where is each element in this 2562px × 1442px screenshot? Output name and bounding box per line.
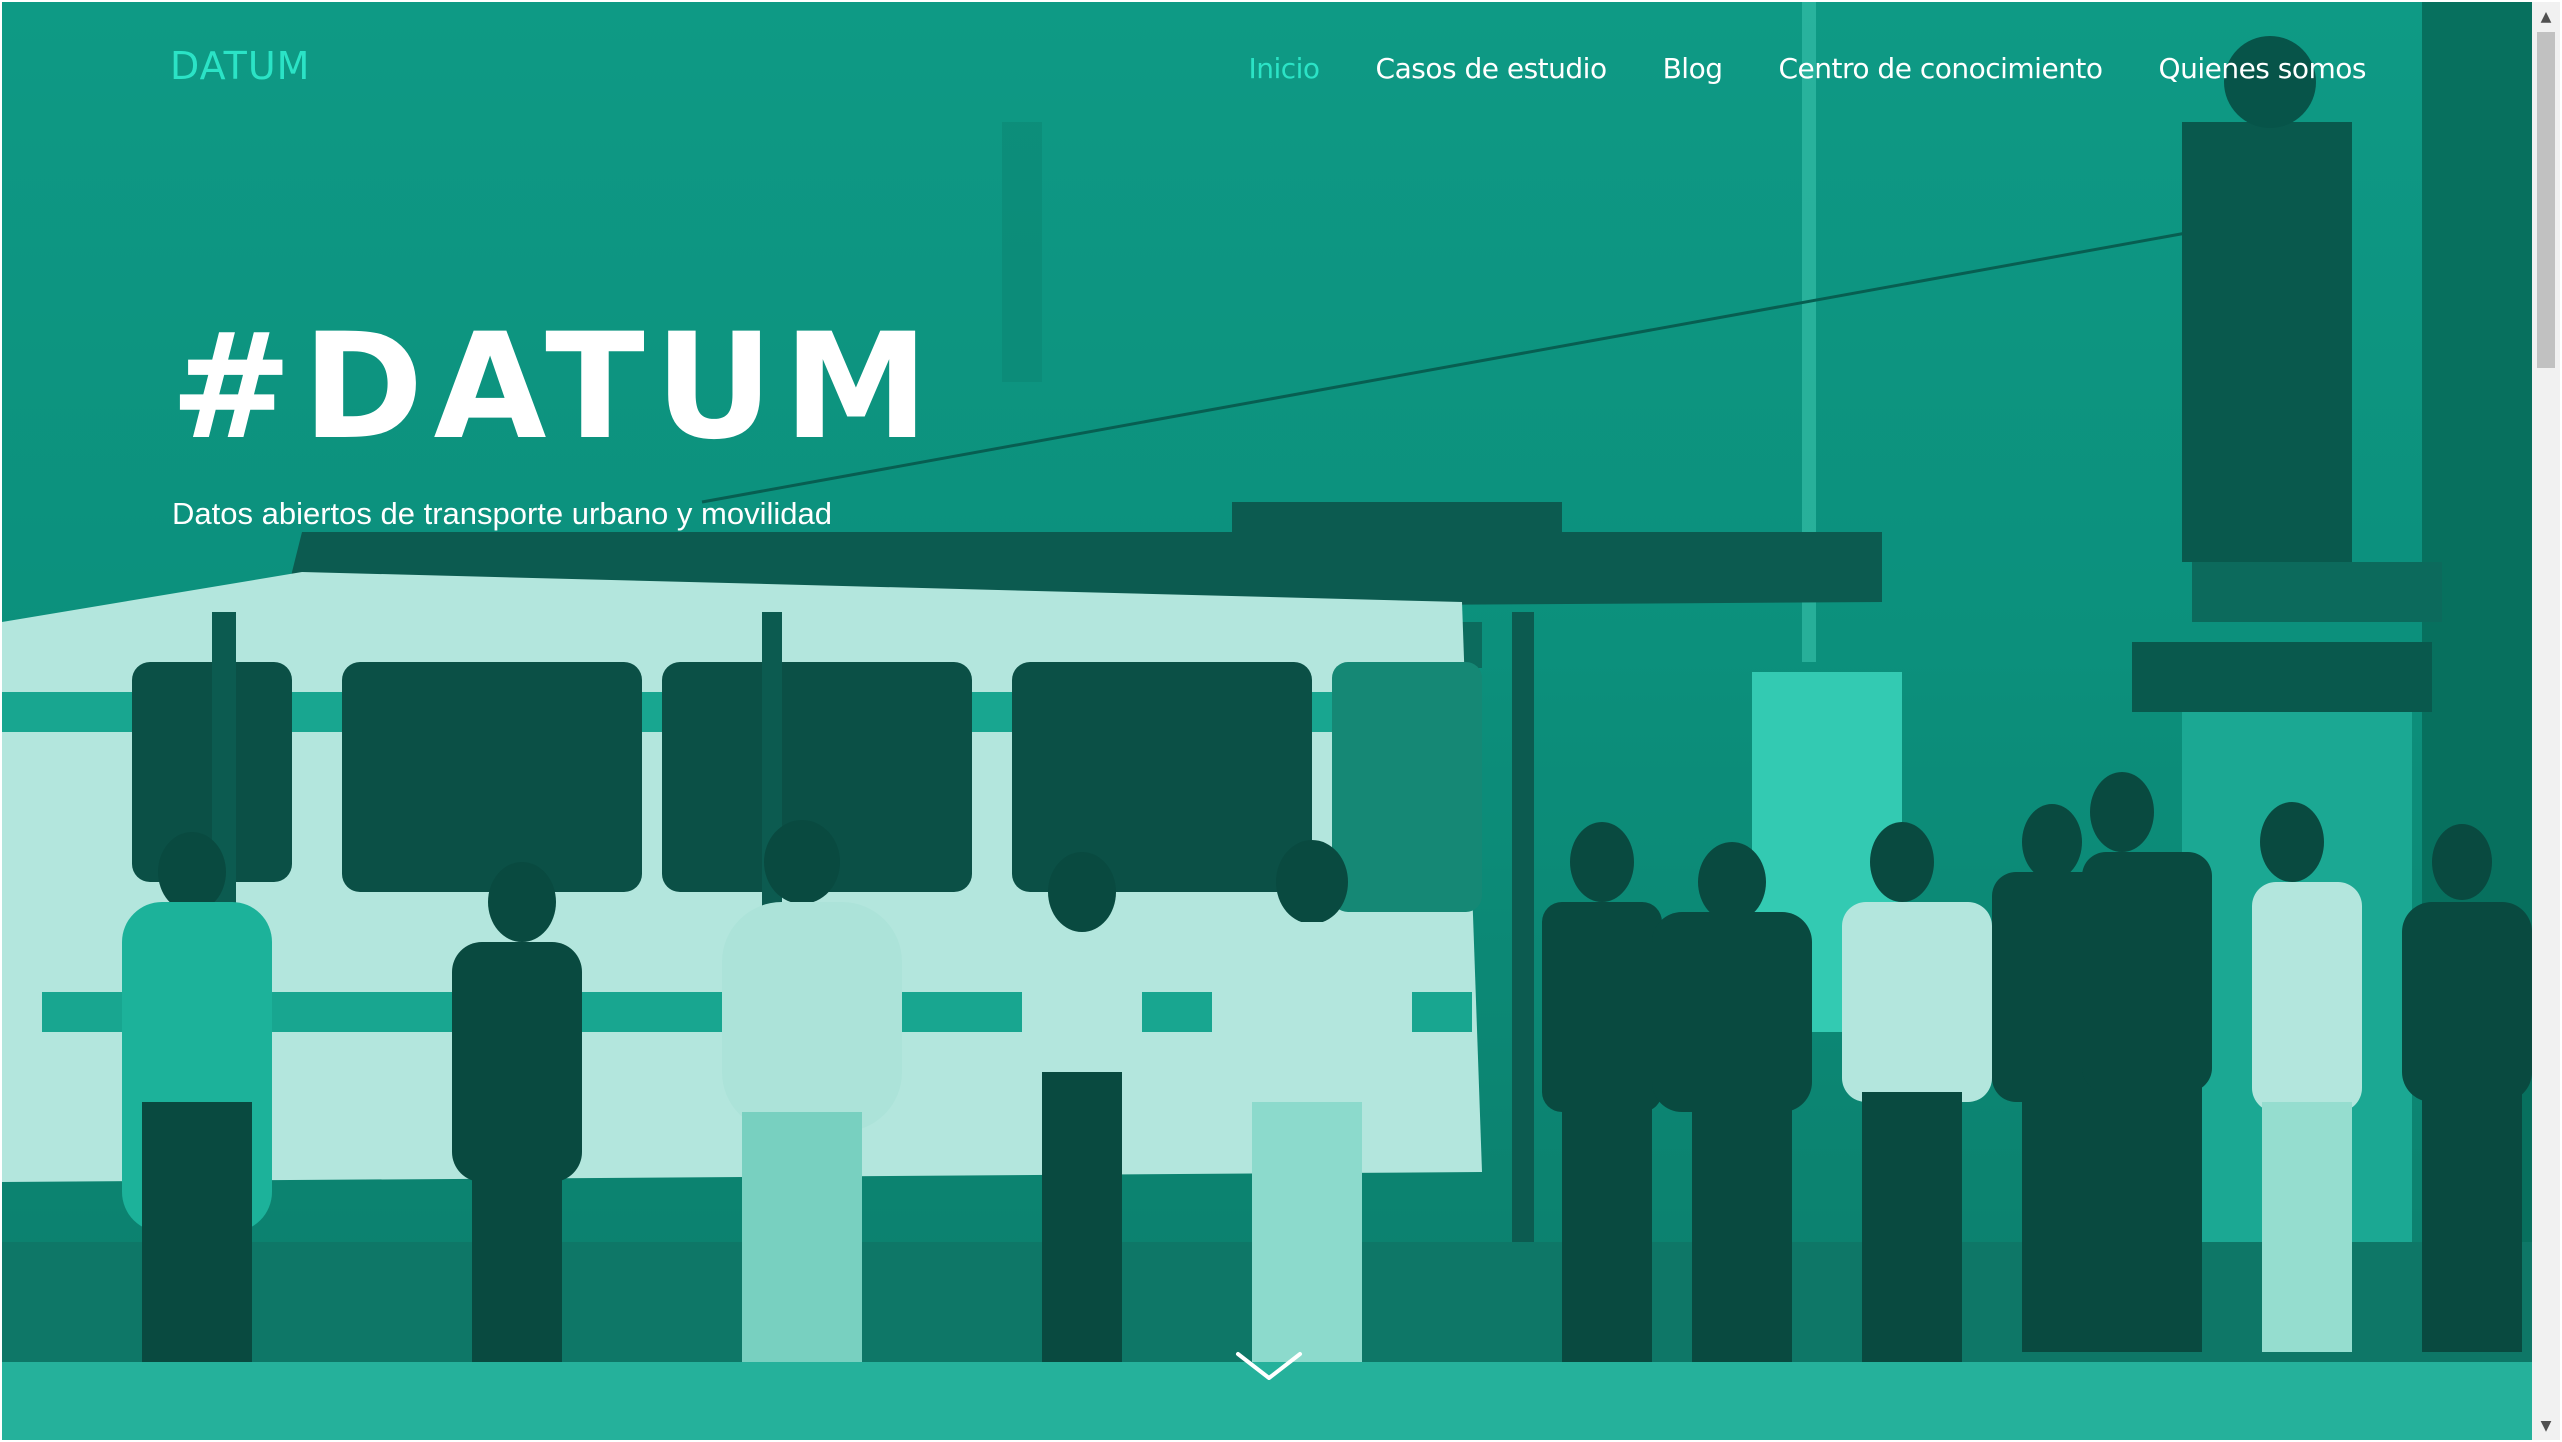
nav-link-quienes-somos[interactable]: Quienes somos [2159,52,2367,85]
hero-background-image [2,2,2532,1440]
nav-item-inicio: Inicio [1248,52,1320,85]
top-navbar: DATUM Inicio Casos de estudio Blog Centr… [2,2,2532,138]
nav-link-blog[interactable]: Blog [1663,52,1723,85]
nav-link-casos-de-estudio[interactable]: Casos de estudio [1376,52,1608,85]
nav-item-centro-de-conocimiento: Centro de conocimiento [1778,52,2103,85]
nav-menu: Inicio Casos de estudio Blog Centro de c… [1248,52,2366,85]
triangle-up-icon[interactable]: ▲ [2532,2,2560,30]
chevron-down-icon[interactable] [1234,1348,1304,1384]
nav-item-quienes-somos: Quienes somos [2159,52,2367,85]
triangle-down-icon[interactable]: ▼ [2532,1412,2560,1440]
scrollbar-thumb[interactable] [2537,32,2555,368]
page-viewport: DATUM Inicio Casos de estudio Blog Centr… [2,2,2532,1440]
nav-link-centro-de-conocimiento[interactable]: Centro de conocimiento [1778,52,2103,85]
nav-item-casos-de-estudio: Casos de estudio [1376,52,1608,85]
hero-subtitle: Datos abiertos de transporte urbano y mo… [172,496,832,531]
page-scrollbar[interactable]: ▲ ▼ [2532,2,2560,1440]
nav-item-blog: Blog [1663,52,1723,85]
hero-title: #DATUM [170,302,939,472]
brand-logo-link[interactable]: DATUM [170,44,310,88]
nav-link-inicio[interactable]: Inicio [1248,52,1320,85]
